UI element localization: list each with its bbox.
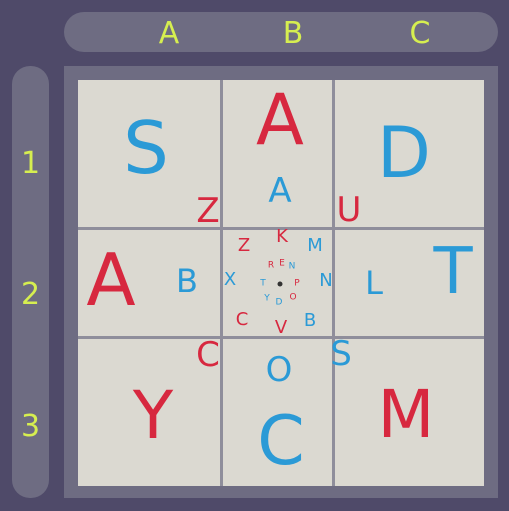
cell-a2-letter: A (86, 238, 136, 322)
row-header-bar: 1 2 3 (12, 66, 49, 498)
cell-c2-letter: T (433, 235, 473, 309)
ring1-bottom-left-letter: C (196, 335, 220, 375)
ring2-bottom-letter: V (274, 317, 288, 338)
column-label-c: C (409, 16, 431, 51)
row-label-3: 3 (20, 409, 41, 444)
cell-a3-letter: Y (132, 377, 174, 454)
ring2-top-right-letter: M (307, 235, 323, 256)
ring2-right-letter: N (319, 270, 333, 291)
ring3-letter-p: P (294, 278, 300, 289)
ring2-top-left-letter: Z (237, 235, 251, 256)
column-label-a: A (158, 16, 180, 51)
letter-grid: S A D A T Y C M A B L O Z U C S K Z M X … (78, 80, 484, 486)
ring2-left-letter: X (223, 269, 237, 290)
ring3-letter-r: R (267, 260, 275, 271)
ring3-letter-e: E (279, 258, 285, 269)
cell-b3-letter: C (257, 402, 305, 481)
ring2-bottom-right-letter: B (303, 310, 317, 331)
column-header-bar: A B C (64, 12, 498, 52)
ring1-top-right-letter: U (336, 190, 362, 230)
game-board: S A D A T Y C M A B L O Z U C S K Z M X … (64, 66, 498, 498)
ring1-right-letter: L (365, 264, 383, 302)
ring3-letter-o: O (289, 292, 297, 303)
cell-c1-letter: D (377, 112, 431, 194)
row-label-2: 2 (20, 277, 41, 312)
cell-a1-letter: S (123, 106, 169, 190)
column-label-b: B (282, 16, 304, 51)
ring2-bottom-left-letter: C (235, 309, 249, 330)
ring3-letter-d: D (275, 297, 283, 308)
ring3-letter-t: T (260, 278, 266, 289)
center-dot (277, 281, 283, 287)
ring1-top-left-letter: Z (196, 191, 220, 231)
ring2-top-letter: K (276, 226, 288, 247)
ring1-bottom-letter: O (265, 350, 293, 390)
ring1-left-letter: B (176, 262, 198, 300)
ring1-top-letter: A (268, 171, 292, 211)
ring1-bottom-right-letter: S (330, 334, 352, 374)
row-label-1: 1 (20, 146, 41, 181)
ring3-letter-n: N (288, 261, 296, 272)
cell-c3-letter: M (377, 376, 435, 453)
cell-b1-letter: A (256, 79, 304, 161)
ring3-letter-y: Y (264, 293, 270, 304)
